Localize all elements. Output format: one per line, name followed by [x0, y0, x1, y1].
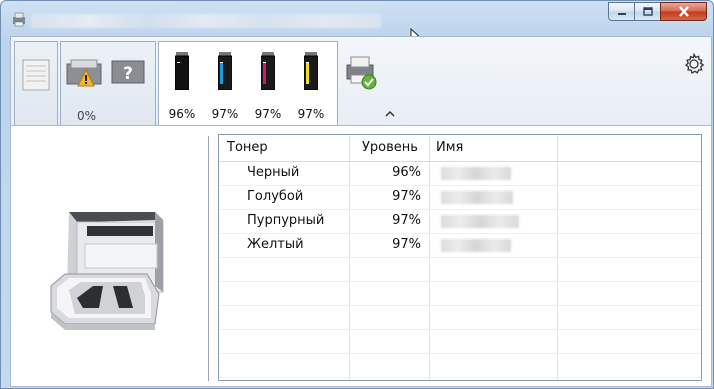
tray-level-label: 0% — [77, 109, 97, 123]
application-window: ? 0% 96% 97% 97% 97% Тонер Уровень Имя Ч… — [0, 0, 714, 389]
printer-app-icon — [13, 12, 25, 27]
settings-gear-icon[interactable] — [683, 53, 705, 75]
toner-cartridge-black-icon — [175, 52, 189, 90]
toner-cyan: 97% — [211, 42, 239, 122]
toner-magenta-level: 97% — [254, 107, 282, 121]
redacted-name-cell — [441, 215, 519, 228]
redacted-name-cell — [441, 239, 511, 252]
tab-toner[interactable]: 96% 97% 97% 97% — [158, 41, 338, 127]
toner-level-cell: 97% — [392, 189, 421, 204]
close-icon — [678, 6, 689, 17]
toner-cartridge-magenta-icon — [261, 52, 275, 90]
toner-magenta: 97% — [254, 42, 282, 122]
tab-device-status[interactable]: ? 0% — [60, 41, 156, 125]
table-row[interactable]: Голубой 97% — [219, 186, 701, 210]
main-panel: Тонер Уровень Имя Черный 96% Голубой 97%… — [10, 125, 712, 387]
toner-cartridge-yellow-icon — [304, 52, 318, 90]
empty-row — [219, 330, 701, 354]
table-row[interactable]: Желтый 97% — [219, 234, 701, 258]
help-unknown-icon: ? — [111, 60, 145, 84]
panel-divider — [208, 136, 209, 381]
tab-paper[interactable] — [14, 41, 58, 125]
printer-illustration — [50, 212, 164, 330]
toner-black: 96% — [168, 42, 196, 122]
redacted-name-cell — [441, 191, 513, 204]
maximize-button[interactable] — [634, 2, 661, 21]
window-title — [31, 14, 381, 28]
column-header-toner[interactable]: Тонер — [227, 140, 268, 155]
close-button[interactable] — [660, 2, 707, 21]
table-row[interactable]: Пурпурный 97% — [219, 210, 701, 234]
toner-name-cell: Пурпурный — [247, 213, 325, 228]
empty-row — [219, 354, 701, 378]
column-header-level[interactable]: Уровень — [362, 140, 418, 155]
tray-warning-icon — [66, 59, 102, 87]
column-header-name[interactable]: Имя — [436, 140, 463, 155]
table-header: Тонер Уровень Имя — [219, 135, 701, 162]
collapse-chevron-up-icon[interactable] — [384, 109, 396, 118]
minimize-icon — [617, 12, 626, 15]
status-toolbar: ? 0% 96% 97% 97% 97% — [10, 36, 712, 127]
tab-jobs[interactable] — [340, 41, 384, 125]
toner-table: Тонер Уровень Имя Черный 96% Голубой 97%… — [218, 134, 702, 381]
title-bar[interactable] — [1, 1, 713, 33]
toner-yellow: 97% — [297, 42, 325, 122]
toner-name-cell: Черный — [247, 165, 300, 180]
table-row[interactable]: Черный 96% — [219, 162, 701, 186]
minimize-button[interactable] — [608, 2, 635, 21]
empty-row — [219, 306, 701, 330]
empty-row — [219, 258, 701, 282]
toner-level-cell: 97% — [392, 237, 421, 252]
redacted-name-cell — [441, 167, 511, 180]
toner-name-cell: Голубой — [247, 189, 304, 204]
toner-black-level: 96% — [168, 107, 196, 121]
maximize-icon — [642, 7, 653, 16]
toner-cyan-level: 97% — [211, 107, 239, 121]
svg-text:?: ? — [123, 64, 133, 84]
toner-level-cell: 97% — [392, 213, 421, 228]
toner-cartridge-cyan-icon — [218, 52, 232, 90]
paper-stack-icon — [22, 59, 50, 91]
printer-ready-icon — [346, 56, 377, 90]
empty-row — [219, 282, 701, 306]
toner-name-cell: Желтый — [247, 237, 304, 252]
toner-yellow-level: 97% — [297, 107, 325, 121]
window-controls — [608, 2, 707, 21]
toner-level-cell: 96% — [392, 165, 421, 180]
